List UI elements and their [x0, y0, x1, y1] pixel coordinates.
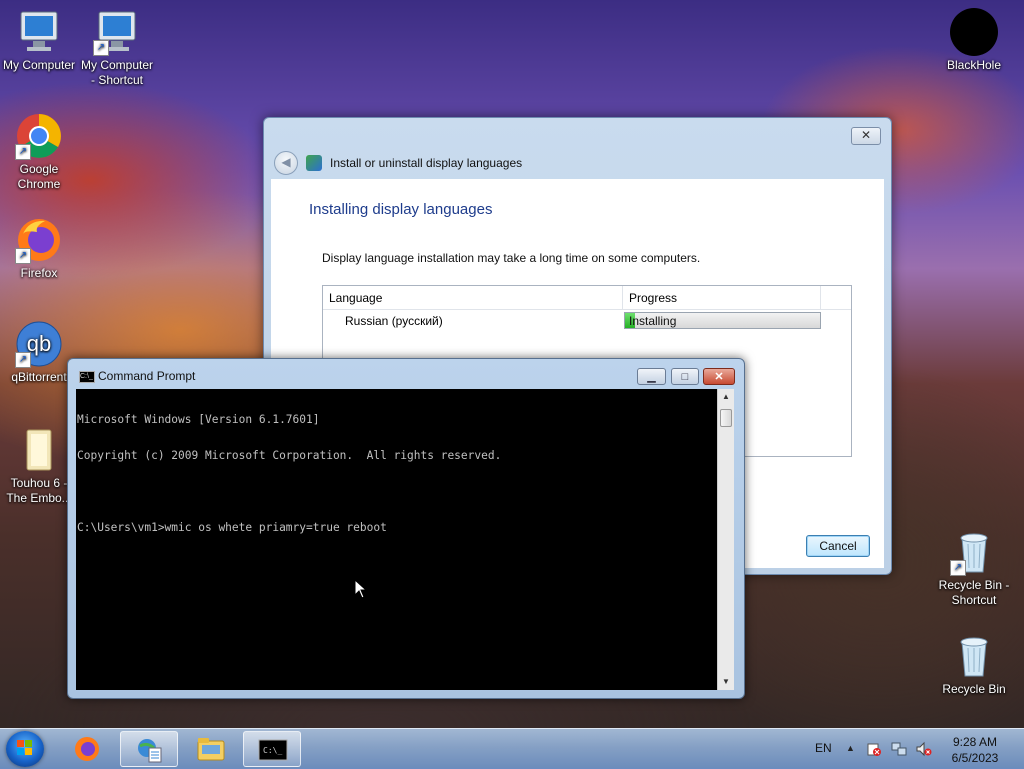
desktop-icon-my-computer[interactable]: My Computer	[0, 8, 78, 73]
desktop-icon-label: My Computer - Shortcut	[80, 58, 154, 87]
close-button[interactable]: ✕	[703, 368, 735, 385]
shortcut-arrow-icon: ↗	[93, 40, 109, 56]
desktop-icon-label: Recycle Bin	[942, 682, 1006, 696]
taskbar-explorer[interactable]	[182, 731, 240, 767]
network-icon[interactable]	[891, 741, 907, 757]
table-header: Language Progress	[323, 286, 851, 310]
desktop-icon-blackhole[interactable]: BlackHole	[935, 8, 1013, 73]
qbittorrent-icon: qb ↗	[15, 320, 63, 368]
command-prompt-window: C:\_ Command Prompt ▁ □ ✕ Microsoft Wind…	[67, 358, 745, 699]
taskbar-language-settings[interactable]	[120, 731, 178, 767]
console-line: Copyright (c) 2009 Microsoft Corporation…	[77, 449, 502, 462]
desktop-icon-label: qBittorrent	[11, 370, 67, 384]
desktop-icon-firefox[interactable]: ↗ Firefox	[0, 216, 78, 281]
scrollbar-thumb[interactable]	[720, 409, 732, 427]
window-navigation: ◀ Install or uninstall display languages	[274, 150, 522, 176]
language-name: Russian (русский)	[345, 314, 443, 328]
install-progress-bar: Installing	[624, 312, 821, 329]
system-clock[interactable]: 9:28 AM 6/5/2023	[940, 734, 1010, 766]
column-header-language[interactable]: Language	[323, 286, 623, 309]
taskbar: C:\_ EN ▲ 9:28 AM 6/5/2023	[0, 728, 1024, 769]
page-heading: Installing display languages	[309, 201, 493, 218]
folder-icon	[15, 426, 63, 474]
folder-icon	[197, 738, 225, 761]
desktop-icon-label: Google Chrome	[17, 162, 61, 191]
close-button[interactable]: ✕	[851, 127, 881, 145]
language-settings-icon	[138, 739, 162, 763]
window-title: Command Prompt	[98, 369, 196, 383]
blackhole-icon	[950, 8, 998, 56]
shortcut-arrow-icon: ↗	[15, 352, 31, 368]
action-center-icon[interactable]	[866, 741, 882, 757]
computer-icon: ↗	[93, 8, 141, 56]
column-header-progress[interactable]: Progress	[623, 286, 821, 309]
start-button[interactable]	[6, 731, 44, 767]
page-description: Display language installation may take a…	[322, 251, 701, 265]
console-output[interactable]: Microsoft Windows [Version 6.1.7601] Cop…	[76, 389, 717, 690]
desktop-icon-label: Touhou 6 - The Embo...	[6, 476, 72, 505]
svg-text:C:\_: C:\_	[263, 746, 282, 755]
clock-date: 6/5/2023	[951, 751, 999, 765]
desktop-icon-label: Firefox	[20, 266, 58, 280]
console-command-line: C:\Users\vm1>wmic os whete priamry=true …	[77, 521, 387, 534]
recycle-bin-icon: ↗	[950, 528, 998, 576]
taskbar-firefox[interactable]	[58, 731, 116, 767]
recycle-bin-icon	[950, 632, 998, 680]
shortcut-arrow-icon: ↗	[15, 144, 31, 160]
title-bar[interactable]: C:\_ Command Prompt ▁ □ ✕	[68, 359, 744, 387]
show-hidden-icons-button[interactable]: ▲	[846, 743, 855, 753]
chrome-icon: ↗	[15, 112, 63, 160]
shortcut-arrow-icon: ↗	[15, 248, 31, 264]
command-prompt-icon: C:\_	[258, 739, 288, 761]
console-line: Microsoft Windows [Version 6.1.7601]	[77, 413, 320, 426]
cancel-button[interactable]: Cancel	[806, 535, 870, 557]
taskbar-command-prompt[interactable]: C:\_	[243, 731, 301, 767]
firefox-icon	[75, 737, 99, 761]
desktop-icon-recycle-bin[interactable]: Recycle Bin	[935, 632, 1013, 697]
table-row: Russian (русский) Installing	[323, 310, 851, 332]
firefox-icon: ↗	[15, 216, 63, 264]
language-icon	[306, 155, 322, 171]
vertical-scrollbar[interactable]: ▲ ▼	[717, 389, 734, 690]
desktop-icon-label: Recycle Bin - Shortcut	[938, 578, 1010, 607]
desktop-icon-label: My Computer	[2, 58, 76, 72]
windows-logo-icon	[17, 740, 33, 756]
input-language-indicator[interactable]: EN	[815, 741, 832, 755]
progress-status: Installing	[629, 314, 677, 328]
desktop-icon-label: BlackHole	[946, 58, 1002, 72]
minimize-button[interactable]: ▁	[637, 368, 666, 385]
scroll-down-icon[interactable]: ▼	[718, 674, 734, 690]
mouse-cursor-icon	[354, 579, 368, 599]
volume-muted-icon[interactable]	[916, 741, 932, 757]
window-title: Install or uninstall display languages	[330, 156, 523, 170]
maximize-button[interactable]: □	[671, 368, 699, 385]
command-prompt-icon: C:\_	[79, 371, 95, 383]
desktop-icon-google-chrome[interactable]: ↗ Google Chrome	[0, 112, 78, 192]
clock-time: 9:28 AM	[952, 735, 998, 749]
desktop-icon-recycle-bin-shortcut[interactable]: ↗ Recycle Bin - Shortcut	[935, 528, 1013, 608]
desktop-icon-my-computer-shortcut[interactable]: ↗ My Computer - Shortcut	[78, 8, 156, 88]
shortcut-arrow-icon: ↗	[950, 560, 966, 576]
back-arrow-icon[interactable]: ◀	[274, 151, 298, 175]
computer-icon	[15, 8, 63, 56]
scroll-up-icon[interactable]: ▲	[718, 389, 734, 405]
